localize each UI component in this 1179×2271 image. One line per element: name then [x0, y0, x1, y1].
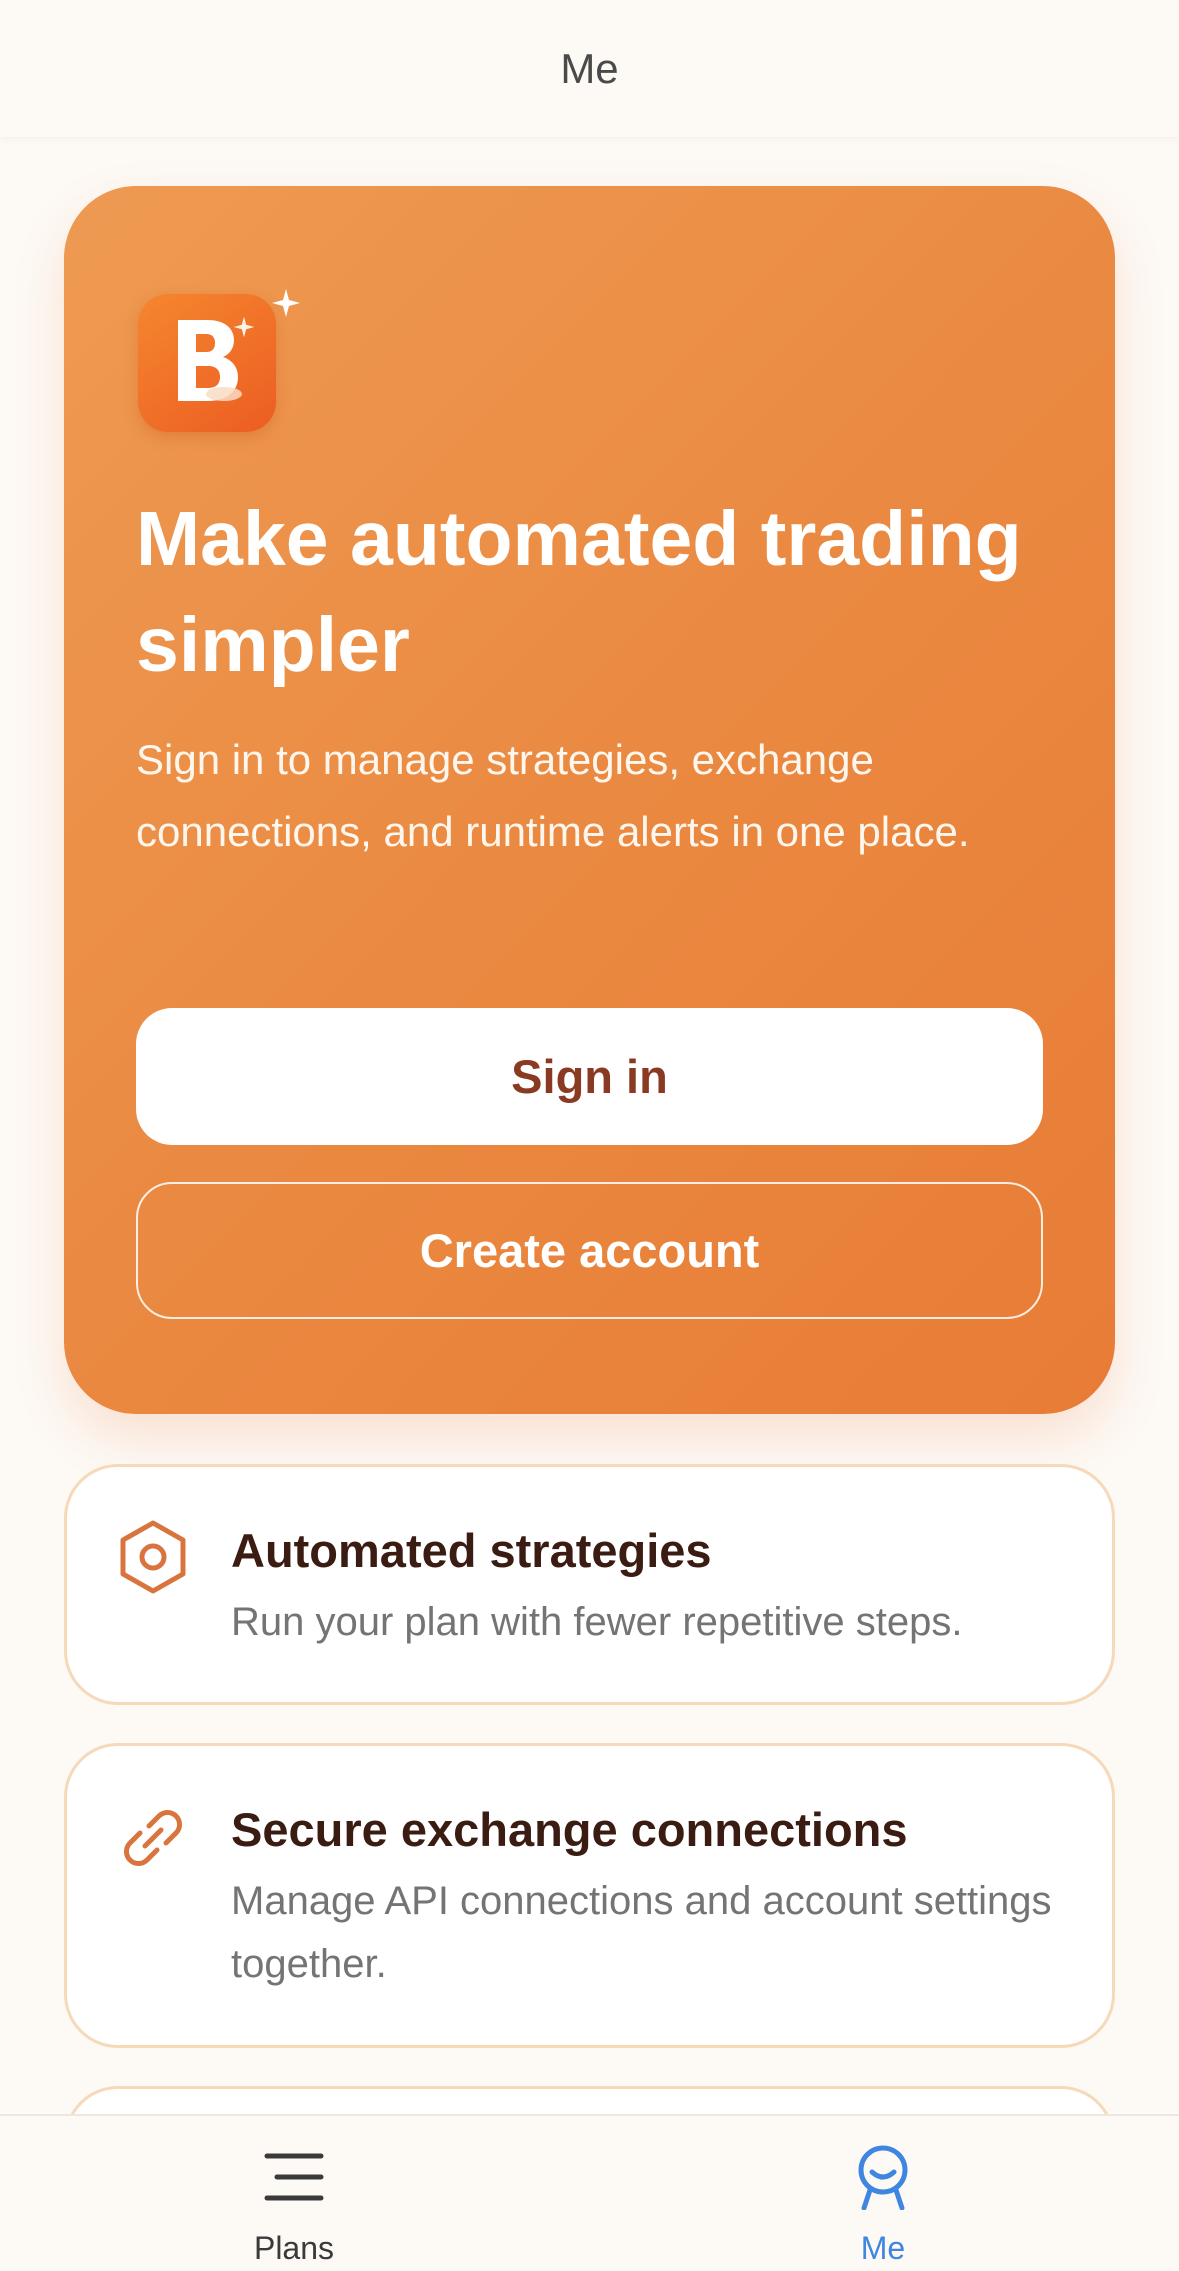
feature-card-automated-strategies: Automated strategies Run your plan with … — [64, 1464, 1115, 1705]
sparkle-small-icon — [233, 316, 255, 338]
tab-label: Plans — [253, 2230, 335, 2266]
tab-plans[interactable]: Plans — [184, 2116, 404, 2271]
top-nav-bar: Me — [0, 0, 1179, 137]
sparkle-large-icon — [272, 289, 300, 317]
hero-subtitle: Sign in to manage strategies, exchange c… — [136, 736, 970, 855]
feature-title: Secure exchange connections — [231, 1803, 908, 1856]
feature-card-secure-connections: Secure exchange connections Manage API c… — [64, 1743, 1115, 2048]
list-icon — [264, 2153, 324, 2201]
tab-label: Me — [860, 2230, 906, 2266]
link-icon — [124, 1810, 182, 1866]
hero-title: Make automated trading simpler — [136, 496, 1022, 688]
bottom-tab-bar: Plans Me — [0, 2114, 1179, 2271]
tab-me[interactable]: Me — [773, 2116, 993, 2271]
hexagon-icon — [120, 1520, 186, 1594]
feature-description: Run your plan with fewer repetitive step… — [231, 1600, 963, 1644]
app-logo — [138, 288, 308, 438]
me-page: Me Make automated trading simpler Sign i… — [0, 0, 1179, 2271]
create-account-button[interactable]: Create account — [136, 1182, 1043, 1319]
sign-in-button[interactable]: Sign in — [136, 1008, 1043, 1145]
person-icon — [858, 2145, 908, 2210]
page-title: Me — [560, 44, 619, 92]
hero-card: Make automated trading simpler Sign in t… — [64, 186, 1115, 1414]
feature-description: Manage API connections and account setti… — [231, 1879, 1052, 1986]
feature-title: Automated strategies — [231, 1524, 712, 1577]
